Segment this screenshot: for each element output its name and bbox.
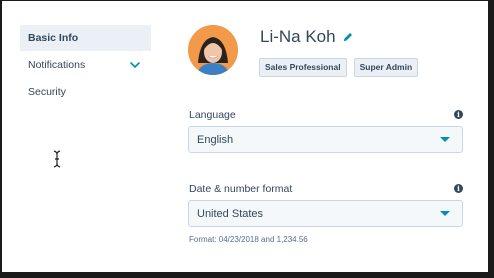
avatar-image — [188, 25, 238, 75]
info-icon[interactable]: i — [454, 110, 463, 119]
avatar[interactable] — [188, 25, 238, 75]
sidebar-item-notifications[interactable]: Notifications — [20, 52, 151, 78]
profile-name-text: Li-Na Koh — [260, 27, 336, 46]
chevron-down-icon[interactable] — [129, 59, 141, 71]
sidebar-item-label: Notifications — [28, 59, 86, 71]
sidebar-item-label: Security — [28, 86, 66, 98]
role-badge: Sales Professional — [259, 58, 347, 77]
role-badges: Sales Professional Super Admin — [259, 58, 419, 77]
sidebar-item-label: Basic Info — [28, 32, 79, 44]
settings-sidebar: Basic Info Notifications Security — [20, 25, 151, 106]
window-frame: Basic Info Notifications Security Li-Na … — [0, 0, 494, 278]
caret-down-icon — [440, 137, 450, 142]
date-format-label: Date & number format — [189, 183, 293, 195]
profile-name: Li-Na Koh — [260, 27, 354, 47]
caret-down-icon — [440, 211, 450, 216]
sidebar-item-security[interactable]: Security — [20, 79, 151, 105]
info-icon[interactable]: i — [454, 184, 463, 193]
pencil-icon[interactable] — [342, 31, 354, 43]
role-badge: Super Admin — [353, 58, 419, 77]
language-select[interactable]: English — [188, 126, 463, 153]
date-format-hint: Format: 04/23/2018 and 1,234.56 — [189, 235, 308, 244]
date-format-select-value: United States — [197, 207, 264, 220]
date-format-select[interactable]: United States — [188, 200, 463, 227]
sidebar-item-basic-info[interactable]: Basic Info — [20, 25, 151, 51]
language-select-value: English — [197, 133, 234, 146]
text-cursor-icon — [53, 150, 61, 168]
language-label: Language — [189, 109, 236, 121]
